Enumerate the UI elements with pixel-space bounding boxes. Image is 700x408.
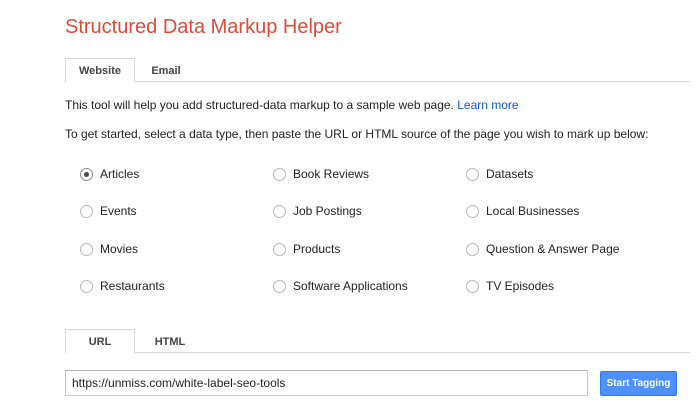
radio-button-icon[interactable]: [273, 242, 286, 256]
radio-label: Restaurants: [100, 279, 165, 293]
top-tab-bar: Website Email: [65, 58, 690, 83]
radio-movies[interactable]: Movies: [80, 240, 138, 258]
radio-button-icon[interactable]: [80, 279, 93, 293]
radio-restaurants[interactable]: Restaurants: [80, 277, 165, 295]
radio-articles[interactable]: Articles: [80, 165, 139, 183]
learn-more-link[interactable]: Learn more: [457, 98, 518, 112]
page-title: Structured Data Markup Helper: [65, 16, 342, 38]
radio-events[interactable]: Events: [80, 202, 137, 220]
radio-button-icon[interactable]: [273, 204, 286, 218]
radio-datasets[interactable]: Datasets: [466, 165, 533, 183]
intro-text: This tool will help you add structured-d…: [65, 98, 519, 112]
radio-label: Software Applications: [293, 279, 408, 293]
intro-sentence: This tool will help you add structured-d…: [65, 98, 458, 112]
radio-button-icon[interactable]: [80, 242, 93, 256]
tab-email[interactable]: Email: [135, 58, 197, 83]
radio-button-icon[interactable]: [273, 167, 286, 181]
radio-label: Job Postings: [293, 204, 362, 218]
radio-button-icon[interactable]: [466, 167, 479, 181]
radio-label: Book Reviews: [293, 167, 370, 181]
url-input[interactable]: [65, 370, 588, 396]
radio-book-reviews[interactable]: Book Reviews: [273, 165, 369, 183]
radio-button-icon[interactable]: [80, 167, 93, 181]
radio-question-answer-page[interactable]: Question & Answer Page: [466, 240, 619, 258]
radio-button-icon[interactable]: [466, 204, 479, 218]
radio-tv-episodes[interactable]: TV Episodes: [466, 277, 554, 295]
tab-website[interactable]: Website: [65, 58, 135, 83]
radio-button-icon[interactable]: [273, 279, 286, 293]
radio-software-applications[interactable]: Software Applications: [273, 277, 408, 295]
radio-local-businesses[interactable]: Local Businesses: [466, 202, 579, 220]
radio-button-icon[interactable]: [466, 279, 479, 293]
radio-label: Events: [100, 204, 137, 218]
start-tagging-button[interactable]: Start Tagging: [600, 371, 677, 396]
radio-products[interactable]: Products: [273, 240, 340, 258]
instructions-text: To get started, select a data type, then…: [65, 127, 649, 141]
radio-label: Local Businesses: [486, 204, 580, 218]
tab-html[interactable]: HTML: [135, 329, 205, 354]
tab-url[interactable]: URL: [65, 329, 135, 354]
radio-button-icon[interactable]: [466, 242, 479, 256]
radio-label: Movies: [100, 242, 139, 256]
radio-label: Products: [293, 242, 341, 256]
radio-label: TV Episodes: [486, 279, 555, 293]
radio-label: Articles: [100, 167, 140, 181]
source-tab-bar: URL HTML: [65, 329, 690, 354]
radio-label: Datasets: [486, 167, 534, 181]
radio-job-postings[interactable]: Job Postings: [273, 202, 362, 220]
radio-label: Question & Answer Page: [486, 242, 620, 256]
radio-button-icon[interactable]: [80, 204, 93, 218]
